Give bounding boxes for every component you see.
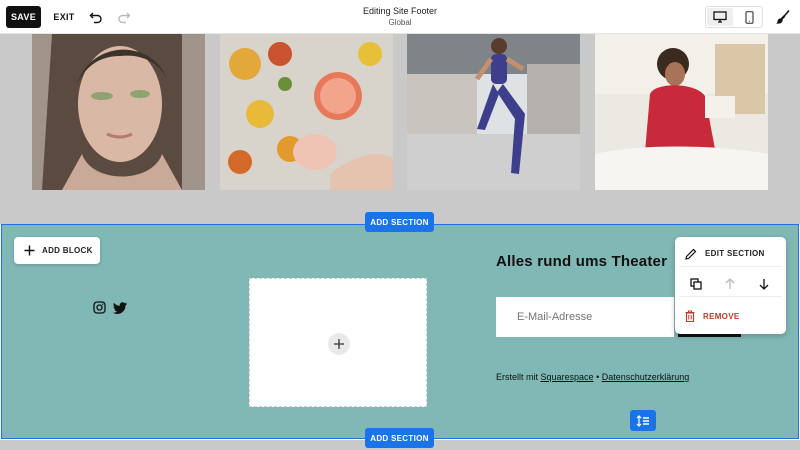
editing-title: Editing Site Footer Global — [300, 6, 500, 28]
mobile-icon[interactable] — [736, 8, 762, 26]
privacy-link[interactable]: Datenschutzerklärung — [602, 372, 690, 382]
image-gallery — [0, 34, 800, 224]
newsletter-title: Alles rund ums Theater — [496, 253, 668, 270]
section-height-handle-icon[interactable] — [630, 410, 656, 431]
add-section-bottom-button[interactable]: ADD SECTION — [365, 428, 434, 448]
image-block-placeholder[interactable] — [249, 278, 427, 407]
add-block-label: ADD BLOCK — [42, 246, 93, 255]
credits-prefix: Erstellt mit — [496, 372, 541, 382]
twitter-icon[interactable] — [112, 301, 128, 319]
trash-icon — [685, 310, 695, 322]
edit-section-label: EDIT SECTION — [705, 249, 765, 258]
email-input[interactable] — [496, 297, 674, 337]
plus-icon — [24, 245, 35, 256]
pencil-icon — [685, 248, 697, 260]
add-image-icon[interactable] — [328, 333, 350, 355]
runner-woman-photo[interactable] — [407, 34, 580, 190]
paintbrush-icon[interactable] — [773, 7, 793, 27]
footer-credits: Erstellt mit Squarespace • Datenschutzer… — [496, 372, 689, 382]
credits-separator: • — [593, 372, 602, 382]
redo-icon[interactable] — [115, 8, 133, 26]
save-button[interactable]: SAVE — [6, 6, 41, 28]
device-toggle — [705, 6, 763, 28]
page-subtitle: Global — [388, 18, 412, 27]
squarespace-link[interactable]: Squarespace — [541, 372, 594, 382]
add-block-button[interactable]: ADD BLOCK — [14, 237, 100, 264]
section-actions-row — [679, 271, 782, 297]
portrait-woman-photo[interactable] — [32, 34, 205, 190]
remove-label: REMOVE — [703, 311, 740, 321]
reading-woman-photo[interactable] — [595, 34, 768, 190]
move-up-icon[interactable] — [713, 271, 747, 297]
section-context-menu: EDIT SECTION REMOVE — [675, 237, 786, 334]
editor-page: SAVE EXIT Editing Site Footer Global ADD… — [0, 0, 800, 450]
page-title: Editing Site Footer — [362, 6, 438, 16]
duplicate-icon[interactable] — [679, 271, 713, 297]
social-links — [93, 301, 128, 319]
instagram-icon[interactable] — [93, 301, 106, 319]
exit-button[interactable]: EXIT — [50, 6, 78, 28]
editor-toolbar: SAVE EXIT Editing Site Footer Global — [0, 0, 800, 34]
move-down-icon[interactable] — [747, 271, 781, 297]
add-section-top-button[interactable]: ADD SECTION — [365, 212, 434, 232]
edit-section-button[interactable]: EDIT SECTION — [679, 241, 782, 267]
remove-section-button[interactable]: REMOVE — [679, 303, 782, 329]
desktop-icon[interactable] — [707, 8, 733, 26]
citrus-fruits-photo[interactable] — [220, 34, 393, 190]
undo-icon[interactable] — [87, 8, 105, 26]
